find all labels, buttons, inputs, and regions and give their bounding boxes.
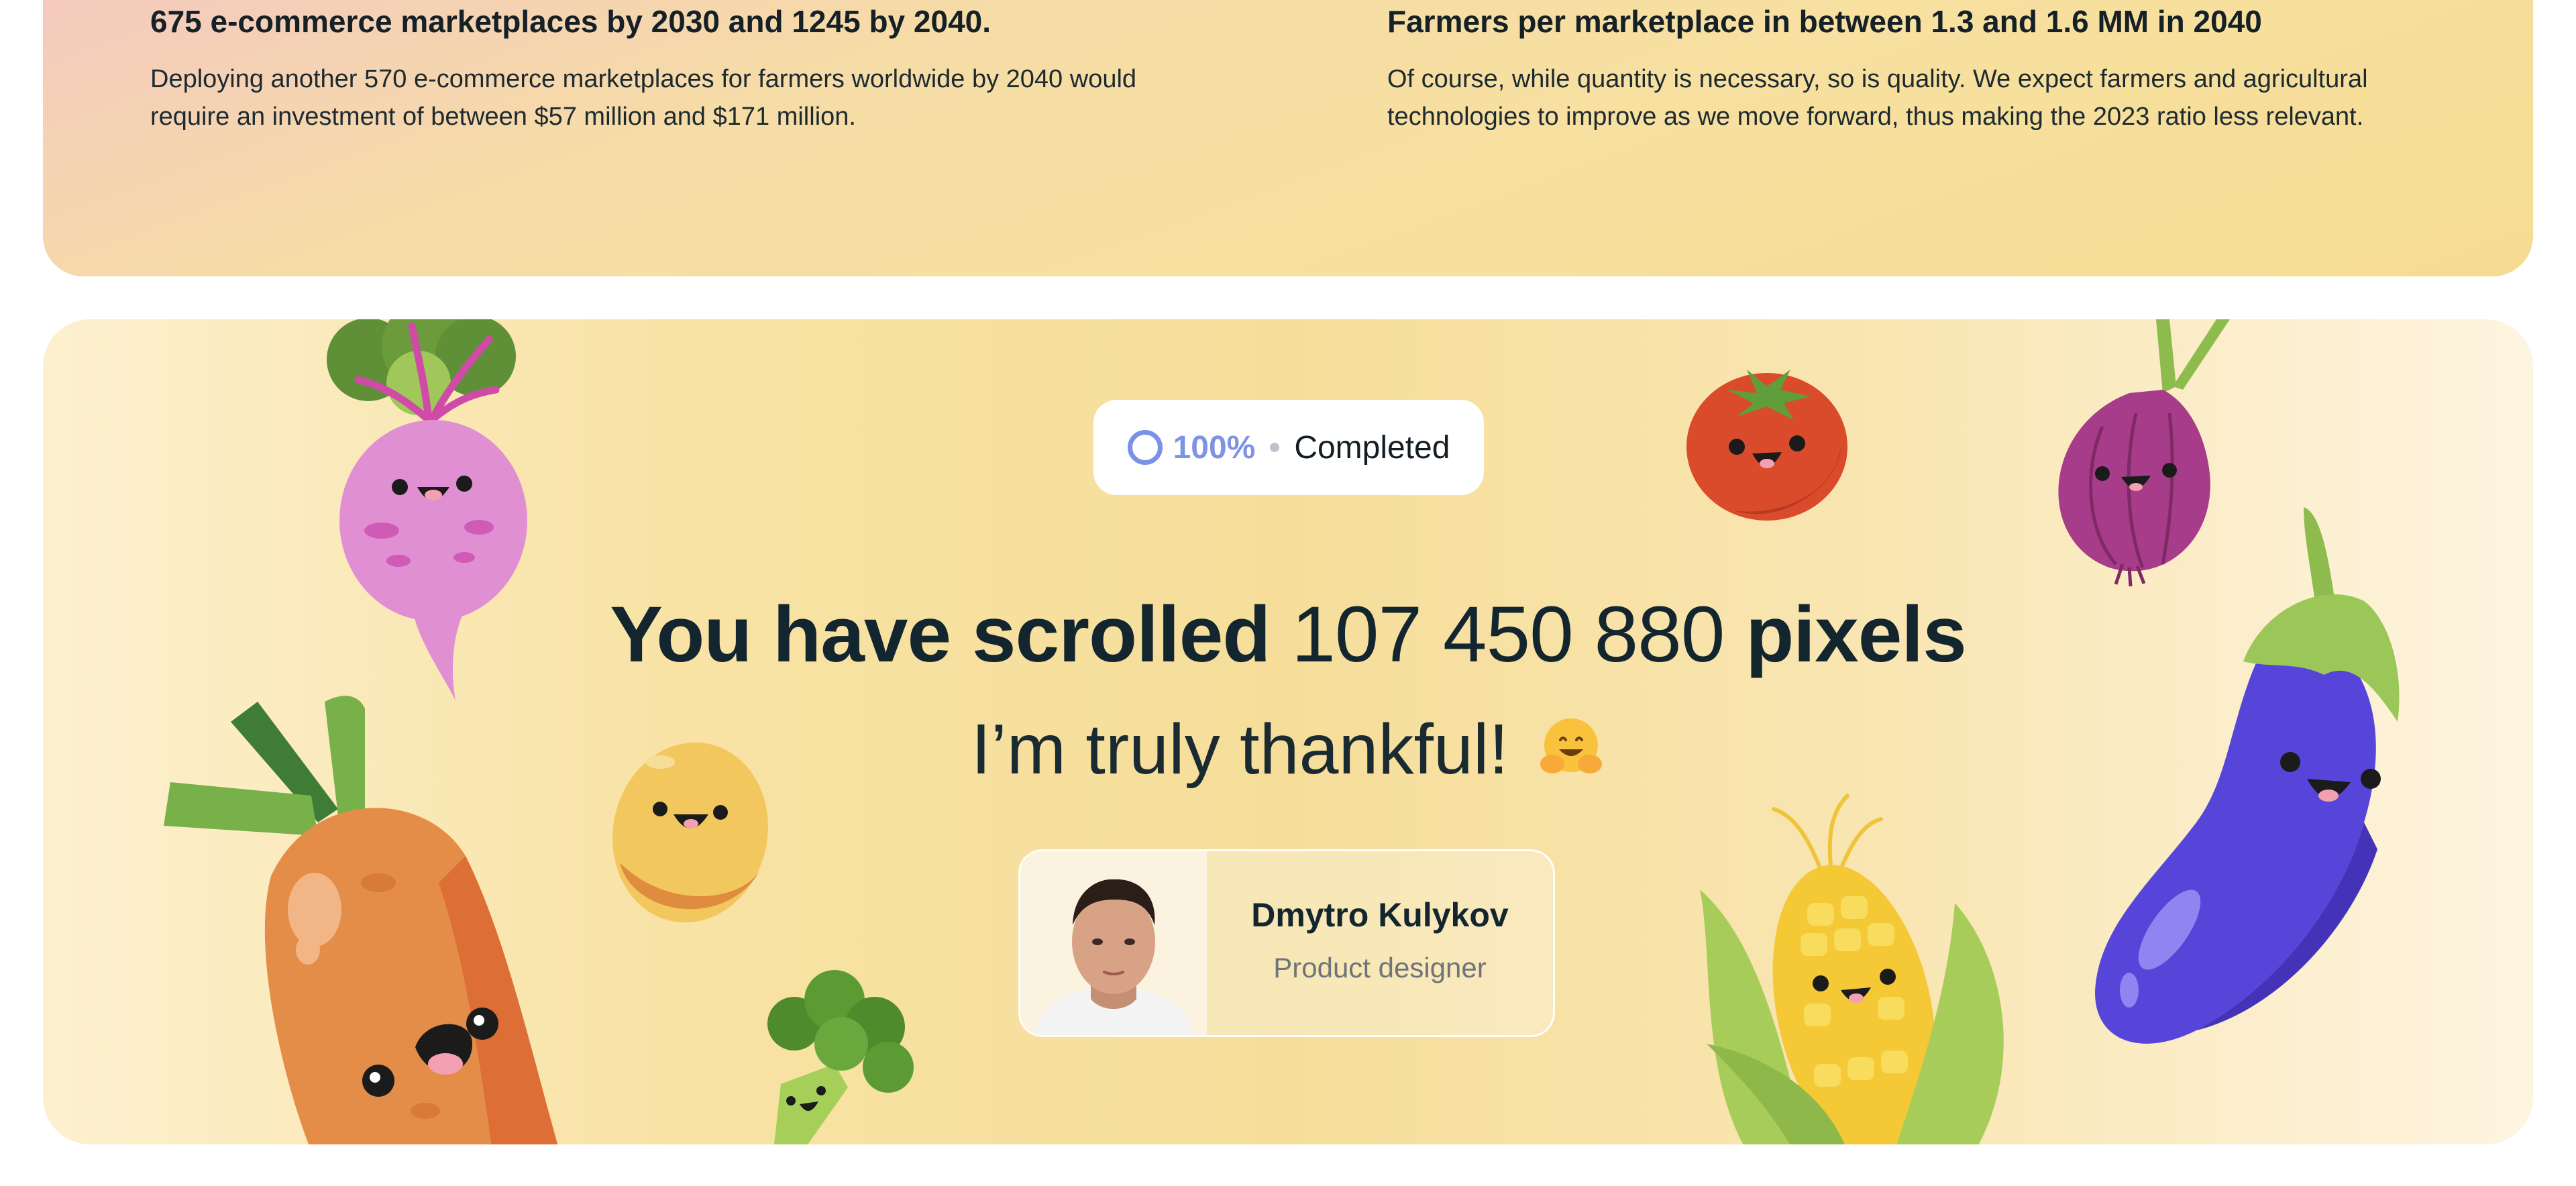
stat-title: Farmers per marketplace in between 1.3 a… — [1387, 4, 2262, 39]
corn-illustration — [1700, 794, 2004, 1144]
progress-badge: 100% Completed — [1093, 400, 1484, 495]
headline-prefix: You have scrolled — [610, 590, 1271, 679]
progress-percent: 100% — [1173, 429, 1256, 466]
hugging-face-emoji-icon — [1540, 718, 1603, 773]
separator-dot — [1270, 443, 1280, 452]
stat-text: Of course, while quantity is necessary, … — [1387, 65, 2368, 131]
tomato-illustration — [1686, 370, 1847, 521]
author-name: Dmytro Kulykov — [1251, 896, 1509, 934]
thanks-message: I’m truly thankful! — [43, 706, 2533, 793]
stat-farmers: Farmers per marketplace in between 1.3 a… — [1387, 0, 2501, 136]
author-avatar — [1020, 851, 1207, 1035]
stat-text: Deploying another 570 e-commerce marketp… — [150, 65, 1137, 131]
scroll-complete-section: 100% Completed You have scrolled 107 450… — [43, 319, 2533, 1144]
broccoli-illustration — [767, 970, 914, 1144]
progress-ring-icon — [1127, 430, 1163, 465]
thanks-text: I’m truly thankful! — [971, 710, 1509, 789]
author-card: Dmytro Kulykov Product designer — [1018, 849, 1555, 1037]
scrolled-pixel-count: 107 450 880 — [1291, 590, 1725, 679]
scroll-headline: You have scrolled 107 450 880 pixels — [43, 588, 2533, 682]
progress-status: Completed — [1294, 429, 1450, 466]
stats-section: 675 e-commerce marketplaces by 2030 and … — [43, 0, 2533, 276]
headline-suffix: pixels — [1746, 590, 1967, 679]
stat-title: 675 e-commerce marketplaces by 2030 and … — [150, 4, 991, 39]
author-role: Product designer — [1273, 952, 1487, 983]
stat-marketplaces: 675 e-commerce marketplaces by 2030 and … — [150, 0, 1197, 136]
